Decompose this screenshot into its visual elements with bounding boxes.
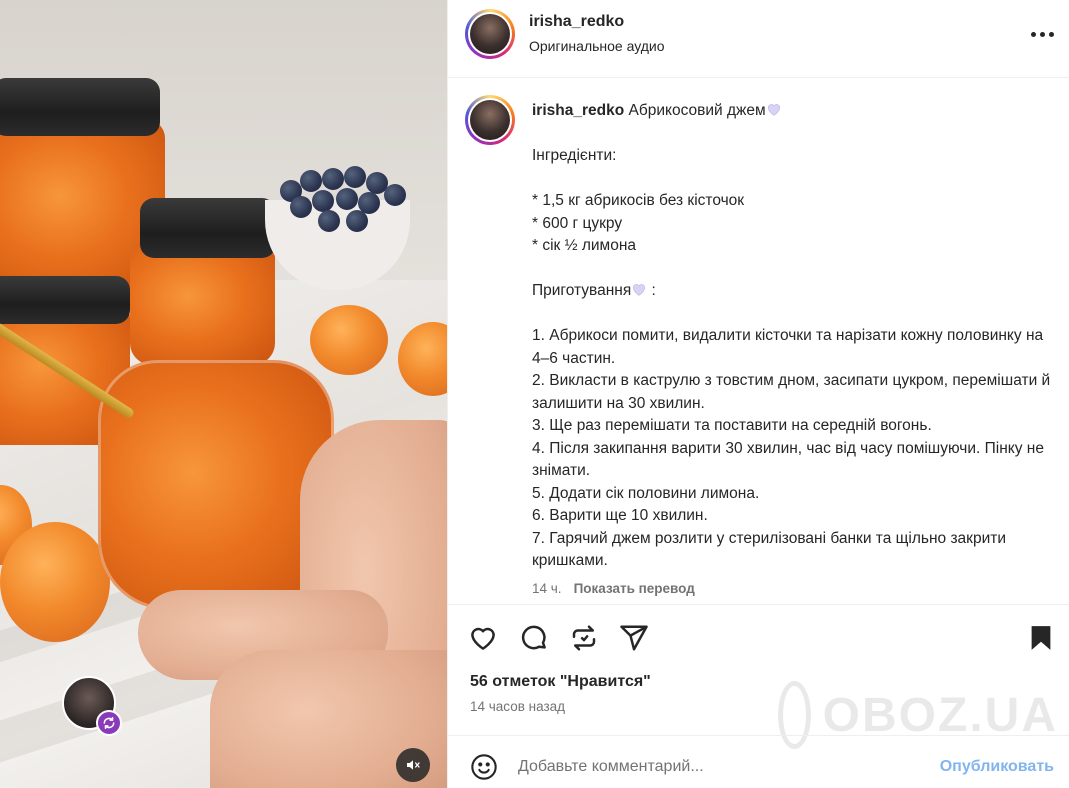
post-header: irisha_redko Оригинальное аудио	[448, 0, 1069, 78]
remix-badge[interactable]	[96, 710, 122, 736]
blueberry	[384, 184, 406, 206]
caption-line: Інгредієнти:	[532, 147, 617, 164]
blueberry	[322, 168, 344, 190]
mute-button[interactable]	[396, 748, 430, 782]
caption-author-avatar[interactable]	[465, 95, 515, 145]
caption-line: * 600 г цукру	[532, 214, 623, 232]
caption-line: 5. Додати сік половини лимона.	[532, 484, 760, 502]
more-icon[interactable]	[1031, 27, 1057, 41]
share-icon[interactable]	[619, 623, 649, 653]
purple-heart-emoji-icon	[767, 104, 780, 116]
purple-heart-emoji-icon	[633, 284, 646, 296]
bookmark-icon[interactable]	[1026, 623, 1056, 653]
jar-lid	[0, 276, 130, 324]
caption-line: 2. Викласти в каструлю з товстим дном, з…	[532, 372, 1055, 412]
show-translation-link[interactable]: Показать перевод	[574, 581, 695, 596]
apricot	[0, 522, 110, 642]
blueberry	[300, 170, 322, 192]
comment-input[interactable]	[518, 752, 898, 782]
jar-lid	[140, 198, 276, 258]
post-media[interactable]	[0, 0, 447, 788]
caption-section: irisha_redko Абрикосовий джем Інгредієнт…	[448, 78, 1069, 604]
audio-link[interactable]: Оригинальное аудио	[529, 38, 665, 54]
repost-icon[interactable]	[569, 623, 599, 653]
caption-line: 1. Абрикоси помити, видалити кісточки та…	[532, 327, 1048, 367]
post-timestamp[interactable]: 14 часов назад	[470, 699, 565, 714]
author-username[interactable]: irisha_redko	[529, 13, 624, 31]
comment-bar: Опубликовать	[448, 735, 1069, 788]
post-age: 14 ч.	[532, 581, 562, 596]
caption-line: 3. Ще раз перемішати та поставити на сер…	[532, 417, 932, 434]
emoji-icon[interactable]	[470, 753, 498, 781]
author-avatar[interactable]	[465, 9, 515, 59]
caption-line: 7. Гарячий джем розлити у стерилізовані …	[532, 529, 1011, 570]
caption-meta: 14 ч. Показать перевод	[532, 581, 695, 596]
action-bar	[448, 604, 1069, 670]
blueberry	[318, 210, 340, 232]
muted-speaker-icon	[407, 760, 420, 770]
open-jar	[98, 360, 334, 610]
blueberry	[312, 190, 334, 212]
caption-text: irisha_redko Абрикосовий джем Інгредієнт…	[532, 102, 1055, 570]
caption-line: * 1,5 кг абрикосів без кісточок	[532, 192, 745, 209]
publish-button[interactable]: Опубликовать	[940, 758, 1054, 776]
caption-title: Абрикосовий джем	[628, 102, 766, 119]
comment-icon[interactable]	[519, 623, 549, 653]
heart-icon[interactable]	[468, 623, 498, 653]
caption-line: 6. Варити ще 10 хвилин.	[532, 507, 708, 524]
caption-line: 4. Після закипання варити 30 хвилин, час…	[532, 439, 1049, 480]
blueberry	[336, 188, 358, 210]
remix-icon	[103, 716, 115, 730]
blueberry	[290, 196, 312, 218]
blueberry	[346, 210, 368, 232]
post-side-panel: irisha_redko Оригинальное аудио irisha_r…	[447, 0, 1069, 788]
caption-username[interactable]: irisha_redko	[532, 102, 624, 119]
blueberry	[344, 166, 366, 188]
likes-count[interactable]: 56 отметок "Нравится"	[470, 673, 651, 691]
caption-line: Приготування	[532, 282, 632, 299]
jar	[130, 240, 275, 365]
apricot	[310, 305, 388, 375]
caption-line: * сік ½ лимона	[532, 237, 637, 254]
jar-lid	[0, 78, 160, 136]
